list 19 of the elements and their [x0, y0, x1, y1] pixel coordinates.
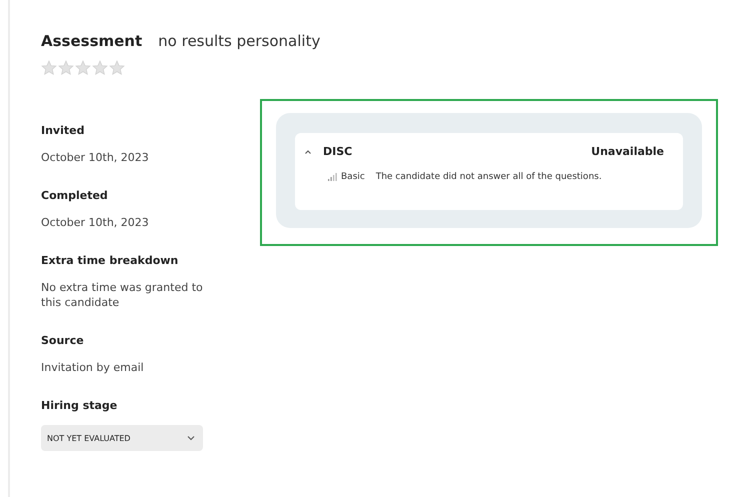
hiring-stage-dropdown[interactable]: NOT YET EVALUATED — [41, 425, 203, 451]
assessment-label: Assessment — [41, 32, 142, 50]
chevron-icon — [305, 150, 311, 154]
field-label: Extra time breakdown — [41, 254, 180, 267]
field-value: Invitation by email — [41, 360, 145, 375]
section-toggle[interactable]: DISC — [305, 145, 352, 158]
field-value: October 10th, 2023 — [41, 215, 150, 230]
assessment-name: no results personality — [158, 32, 320, 50]
field-label: Completed — [41, 189, 109, 202]
field-value: October 10th, 2023 — [41, 150, 150, 165]
chevron-down-icon — [187, 435, 195, 441]
level-text: Basic — [341, 172, 365, 182]
field-value: No extra time was granted to this candidate — [41, 280, 204, 310]
field-label: Hiring stage — [41, 399, 118, 412]
field-label: Invited — [41, 124, 86, 137]
signal-bars-icon — [328, 173, 337, 181]
result-message: The candidate did not answer all of the questions. — [376, 172, 602, 182]
field-label: Source — [41, 334, 85, 347]
status-text: Unavailable — [591, 145, 664, 158]
